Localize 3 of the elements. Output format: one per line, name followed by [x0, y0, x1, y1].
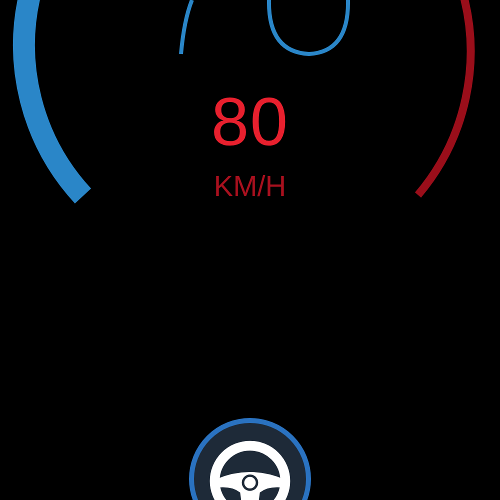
speed-unit: KM/H [214, 170, 286, 204]
speed-reading: 80 [211, 84, 289, 160]
steering-wheel-icon [209, 440, 291, 500]
